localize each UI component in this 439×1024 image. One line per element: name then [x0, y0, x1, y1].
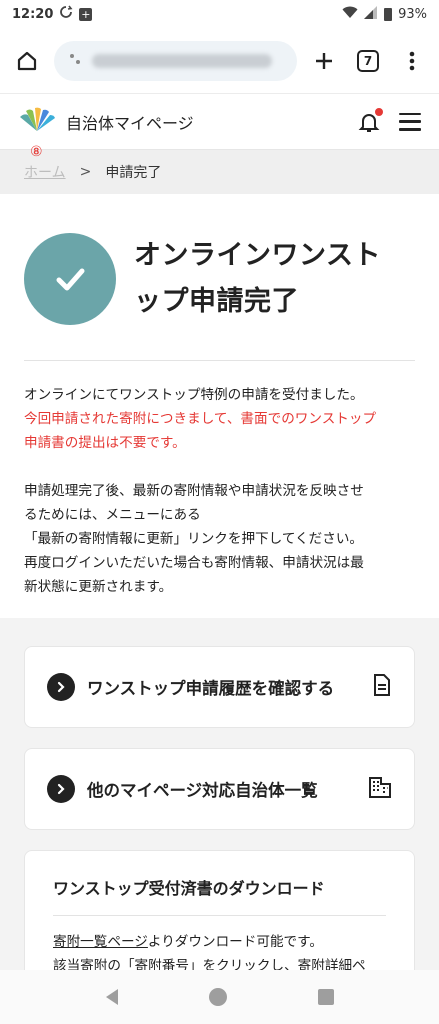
no-paper-notice: 今回申請された寄附につきまして、書面でのワンストップ 申請書の提出は不要です。 — [24, 407, 415, 455]
menu-icon[interactable] — [399, 112, 421, 131]
signal-icon — [364, 5, 378, 23]
chevron-right-icon — [47, 673, 75, 701]
notification-icon: + — [79, 7, 93, 21]
recents-icon[interactable] — [317, 989, 334, 1005]
chevron-right-icon — [47, 775, 75, 803]
accepted-message: オンラインにてワンストップ特例の申請を受付ました。 — [24, 387, 364, 403]
home-nav-icon[interactable] — [208, 988, 227, 1006]
breadcrumb: ⑧ ホーム > 申請完了 — [0, 144, 439, 194]
building-icon — [368, 775, 392, 803]
download-divider — [53, 915, 386, 916]
notification-dot — [375, 107, 383, 116]
no-paper-notice-line2: 申請書の提出は不要です。 — [24, 435, 186, 451]
no-paper-notice-line1: 今回申請された寄附につきまして、書面でのワンストップ — [24, 411, 377, 427]
home-icon[interactable] — [10, 44, 44, 78]
main-content: オンラインワンスト ップ申請完了 オンラインにてワンストップ特例の申請を受付まし… — [0, 194, 439, 618]
back-icon[interactable] — [105, 989, 118, 1005]
update-instructions-line3: 「最新の寄附情報に更新」リンクを押下してください。 — [24, 531, 364, 547]
update-instructions: 申請処理完了後、最新の寄附情報や申請状況を反映させ るためには、メニューにある … — [24, 479, 415, 599]
download-description-rest: よりダウンロード可能です。 — [147, 934, 323, 950]
download-title: ワンストップ受付済書のダウンロード — [53, 879, 325, 898]
bell-icon — [357, 113, 381, 138]
update-instructions-line5: 新状態に更新されます。 — [24, 579, 173, 595]
municipalities-link-card[interactable]: 他のマイページ対応自治体一覧 — [24, 748, 415, 830]
breadcrumb-home-label: ホーム — [24, 165, 66, 181]
url-text-blurred — [92, 53, 272, 68]
logo-icon — [18, 107, 56, 137]
breadcrumb-badge: ⑧ — [30, 144, 43, 160]
history-link-label: ワンストップ申請履歴を確認する — [87, 679, 335, 698]
page-title: オンラインワンスト ップ申請完了 — [134, 233, 381, 325]
site-title: 自治体マイページ — [66, 113, 194, 133]
wifi-icon — [342, 6, 358, 23]
donation-list-link[interactable]: 寄附一覧ページ — [53, 934, 148, 950]
check-icon — [24, 233, 116, 325]
download-card: ワンストップ受付済書のダウンロード 寄附一覧ページよりダウンロード可能です。 該… — [24, 850, 415, 990]
tabs-button[interactable]: 7 — [351, 44, 385, 78]
status-bar: 12:20 + 93% — [0, 0, 439, 28]
status-time: 12:20 — [12, 6, 54, 22]
sync-icon — [59, 5, 73, 23]
completion-hero: オンラインワンスト ップ申請完了 — [24, 232, 415, 326]
more-vert-icon[interactable] — [395, 44, 429, 78]
battery-level: 93% — [398, 6, 427, 22]
update-instructions-line1: 申請処理完了後、最新の寄附情報や申請状況を反映させ — [24, 483, 364, 499]
links-section: ワンストップ申請履歴を確認する 他のマイページ対応自治体一覧 ワンストップ受付済… — [0, 618, 439, 990]
battery-icon — [384, 7, 393, 21]
notifications-button[interactable] — [357, 107, 383, 134]
update-instructions-line2: るためには、メニューにある — [24, 507, 201, 523]
update-instructions-line4: 再度ログインいただいた場合も寄附情報、申請状況は最 — [24, 555, 364, 571]
history-link-card[interactable]: ワンストップ申請履歴を確認する — [24, 646, 415, 728]
tabs-icon: 7 — [357, 49, 379, 72]
section-divider — [24, 360, 415, 361]
site-header: 自治体マイページ — [0, 94, 439, 150]
breadcrumb-home-link[interactable]: ⑧ ホーム — [24, 144, 66, 182]
municipalities-link-label: 他のマイページ対応自治体一覧 — [87, 781, 318, 800]
page-title-line2: ップ申請完了 — [134, 286, 299, 317]
new-tab-icon[interactable] — [307, 44, 341, 78]
system-nav-bar — [0, 970, 439, 1024]
site-info-icon[interactable] — [68, 51, 82, 70]
address-bar[interactable] — [54, 40, 297, 81]
breadcrumb-current: 申請完了 — [105, 165, 162, 181]
site-logo[interactable]: 自治体マイページ — [18, 107, 194, 137]
page-title-line1: オンラインワンスト — [134, 240, 381, 271]
chevron-right-icon: > — [79, 164, 92, 180]
document-icon — [372, 673, 392, 701]
browser-toolbar: 7 — [0, 28, 439, 94]
